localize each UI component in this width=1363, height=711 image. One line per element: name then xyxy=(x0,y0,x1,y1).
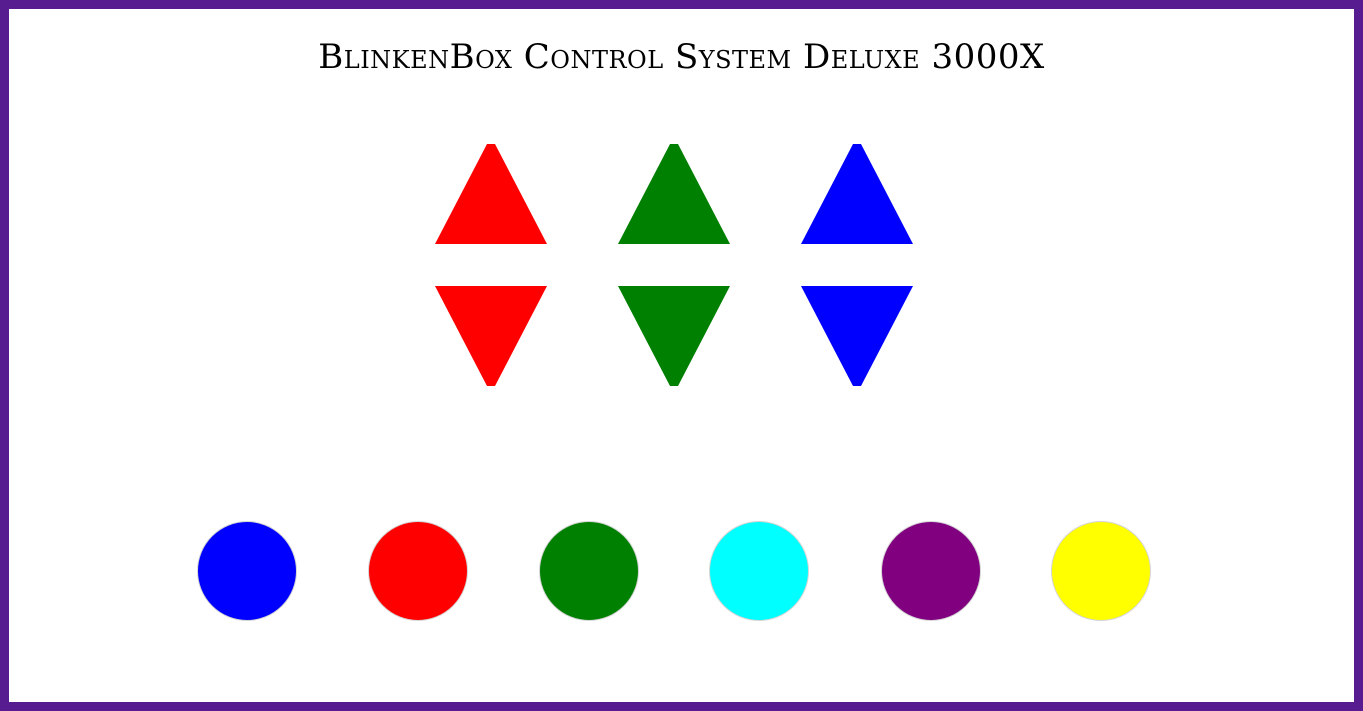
green-decrease-button[interactable] xyxy=(618,286,730,386)
app-frame: BlinkenBox Control System Deluxe 3000X xyxy=(0,0,1363,711)
yellow-color-button[interactable] xyxy=(1051,521,1151,621)
cyan-color-button[interactable] xyxy=(709,521,809,621)
triangle-down-icon xyxy=(435,286,547,386)
blue-decrease-button[interactable] xyxy=(801,286,913,386)
red-color-button[interactable] xyxy=(368,521,468,621)
blue-increase-button[interactable] xyxy=(801,144,913,244)
green-increase-button[interactable] xyxy=(618,144,730,244)
red-increase-button[interactable] xyxy=(435,144,547,244)
triangle-up-icon xyxy=(435,144,547,244)
blue-color-button[interactable] xyxy=(197,521,297,621)
green-color-button[interactable] xyxy=(539,521,639,621)
triangle-down-icon xyxy=(618,286,730,386)
triangle-up-icon xyxy=(801,144,913,244)
triangle-up-icon xyxy=(618,144,730,244)
page-title: BlinkenBox Control System Deluxe 3000X xyxy=(318,37,1045,77)
purple-color-button[interactable] xyxy=(881,521,981,621)
red-decrease-button[interactable] xyxy=(435,286,547,386)
triangle-down-icon xyxy=(801,286,913,386)
